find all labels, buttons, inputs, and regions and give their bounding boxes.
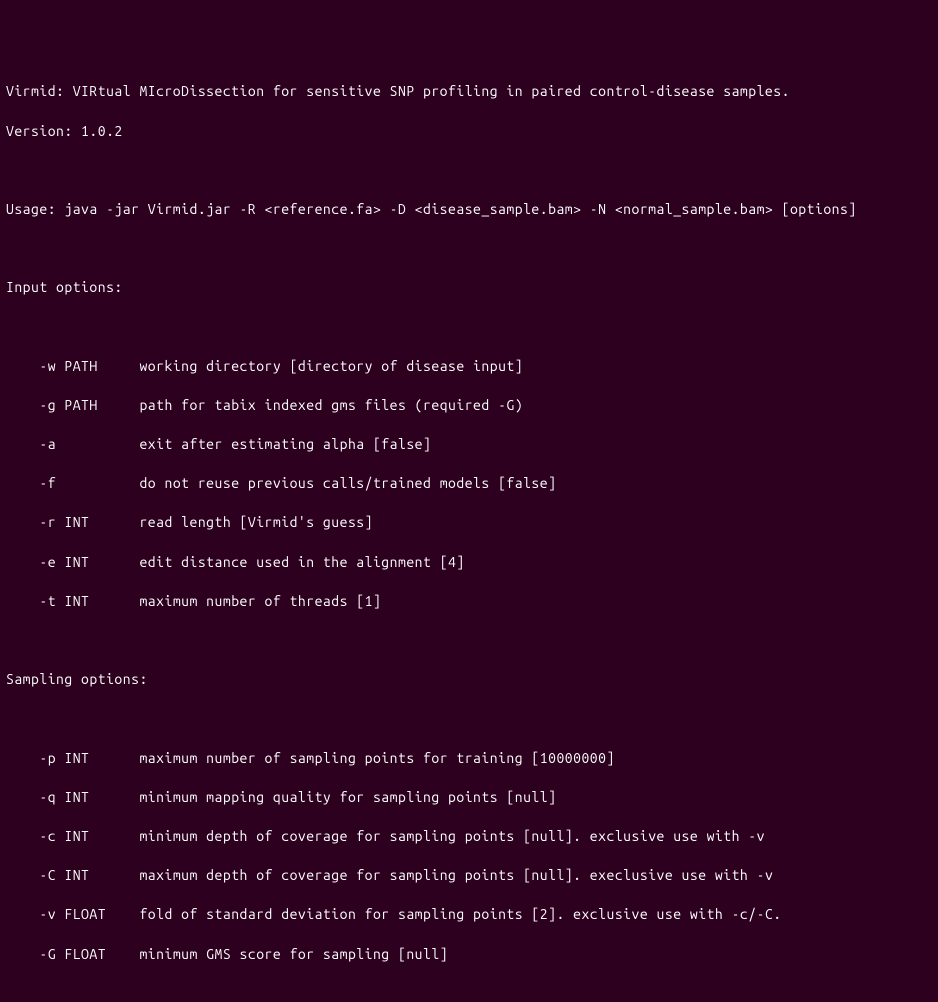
blank-line [6, 161, 932, 181]
option-flag: -a [6, 436, 139, 452]
option-line: -w PATH working directory [directory of … [6, 357, 932, 377]
option-flag: -v FLOAT [6, 906, 139, 922]
blank-line [6, 318, 932, 338]
option-line: -f do not reuse previous calls/trained m… [6, 474, 932, 494]
option-flag: -G FLOAT [6, 946, 139, 962]
blank-line [6, 631, 932, 651]
option-desc: fold of standard deviation for sampling … [139, 906, 781, 922]
option-flag: -p INT [6, 750, 139, 766]
option-line: -a exit after estimating alpha [false] [6, 435, 932, 455]
option-desc: maximum depth of coverage for sampling p… [139, 867, 773, 883]
option-flag: -e INT [6, 554, 139, 570]
input-heading: Input options: [6, 278, 932, 298]
option-line: -c INT minimum depth of coverage for sam… [6, 827, 932, 847]
option-line: -G FLOAT minimum GMS score for sampling … [6, 945, 932, 965]
option-flag: -t INT [6, 593, 139, 609]
option-desc: exit after estimating alpha [false] [139, 436, 431, 452]
option-flag: -r INT [6, 514, 139, 530]
option-desc: maximum number of threads [1] [139, 593, 381, 609]
option-desc: read length [Virmid's guess] [139, 514, 373, 530]
option-desc: minimum depth of coverage for sampling p… [139, 828, 765, 844]
blank-line [6, 709, 932, 729]
option-line: -C INT maximum depth of coverage for sam… [6, 866, 932, 886]
option-line: -p INT maximum number of sampling points… [6, 749, 932, 769]
version-line: Version: 1.0.2 [6, 122, 932, 142]
option-line: -e INT edit distance used in the alignme… [6, 553, 932, 573]
option-line: -q INT minimum mapping quality for sampl… [6, 788, 932, 808]
option-flag: -f [6, 475, 139, 491]
option-desc: edit distance used in the alignment [4] [139, 554, 464, 570]
option-desc: do not reuse previous calls/trained mode… [139, 475, 556, 491]
option-line: -t INT maximum number of threads [1] [6, 592, 932, 612]
option-desc: path for tabix indexed gms files (requir… [139, 397, 523, 413]
option-flag: -C INT [6, 867, 139, 883]
option-line: -g PATH path for tabix indexed gms files… [6, 396, 932, 416]
title-line: Virmid: VIRtual MIcroDissection for sens… [6, 82, 932, 102]
option-desc: minimum mapping quality for sampling poi… [139, 789, 556, 805]
option-flag: -q INT [6, 789, 139, 805]
option-flag: -w PATH [6, 358, 139, 374]
option-line: -r INT read length [Virmid's guess] [6, 513, 932, 533]
option-line: -v FLOAT fold of standard deviation for … [6, 905, 932, 925]
option-flag: -g PATH [6, 397, 139, 413]
option-desc: minimum GMS score for sampling [null] [139, 946, 448, 962]
blank-line [6, 239, 932, 259]
option-flag: -c INT [6, 828, 139, 844]
option-desc: working directory [directory of disease … [139, 358, 523, 374]
sampling-heading: Sampling options: [6, 670, 932, 690]
option-desc: maximum number of sampling points for tr… [139, 750, 614, 766]
blank-line [6, 984, 932, 1002]
usage-line: Usage: java -jar Virmid.jar -R <referenc… [6, 200, 932, 220]
